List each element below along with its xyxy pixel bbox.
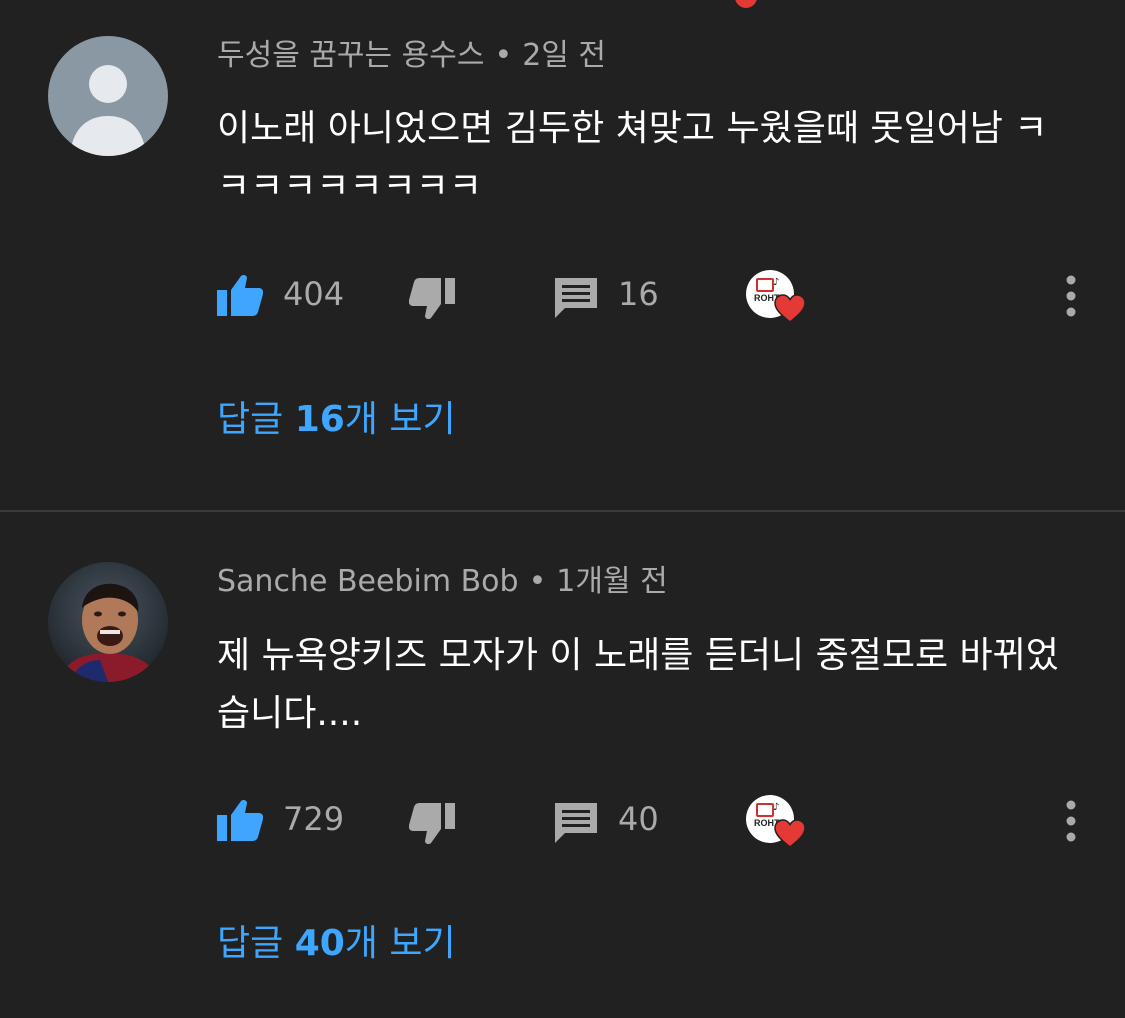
view-replies-count: 40: [294, 923, 345, 964]
creator-heart-icon: ♪ ROHTE: [746, 795, 808, 853]
heart-icon: [774, 819, 806, 849]
creator-logo-mark: [756, 803, 774, 817]
comment-time: 1개월 전: [556, 564, 668, 599]
comments-page: 두성을 꿈꾸는 용수스 • 2일 전 이노래 아니었으면 김두한 쳐맞고 누웠을때 …: [0, 0, 1125, 1018]
comment-item: 두성을 꿈꾸는 용수스 • 2일 전 이노래 아니었으면 김두한 쳐맞고 누웠을때 …: [0, 0, 1125, 510]
comment-item: Sanche Beebim Bob • 1개월 전 제 뉴욕양키즈 모자가 이 노래…: [0, 512, 1125, 1018]
comment-icon[interactable]: [555, 278, 601, 320]
like-count: 404: [283, 275, 345, 313]
view-replies-link[interactable]: 답글 40개 보기: [217, 920, 456, 968]
comment-meta: 두성을 꿈꾸는 용수스 • 2일 전: [217, 36, 606, 76]
view-replies-prefix: 답글: [217, 399, 295, 440]
more-vertical-icon[interactable]: [1056, 272, 1086, 320]
reply-count: 16: [618, 275, 659, 313]
reply-count: 40: [618, 800, 659, 838]
comment-time: 2일 전: [522, 38, 607, 73]
music-note-icon: ♪: [773, 802, 780, 813]
comment-actions: 729 40 ♪ ROHTE: [0, 789, 1125, 849]
user-photo-avatar[interactable]: [48, 562, 168, 682]
view-replies-suffix: 개 보기: [344, 923, 456, 964]
thumbs-up-icon[interactable]: [217, 799, 264, 841]
comment-meta: Sanche Beebim Bob • 1개월 전: [217, 562, 668, 602]
view-replies-prefix: 답글: [217, 923, 295, 964]
author-name[interactable]: 두성을 꿈꾸는 용수스: [217, 38, 484, 73]
creator-logo-mark: [756, 278, 774, 292]
view-replies-count: 16: [294, 399, 345, 440]
comment-actions: 404 16 ♪ ROHTE: [0, 264, 1125, 324]
thumbs-down-icon[interactable]: [408, 803, 455, 845]
comment-text: 이노래 아니었으면 김두한 쳐맞고 누웠을때 못일어남 ㅋㅋㅋㅋㅋㅋㅋㅋㅋ: [217, 108, 1048, 207]
meta-separator: •: [528, 564, 547, 599]
author-name[interactable]: Sanche Beebim Bob: [217, 564, 519, 599]
view-replies-suffix: 개 보기: [344, 399, 456, 440]
comment-text: 제 뉴욕양키즈 모자가 이 노래를 듣더니 중절모로 바뀌었습니다....: [217, 635, 1059, 734]
meta-separator: •: [494, 38, 513, 73]
more-vertical-icon[interactable]: [1056, 797, 1086, 845]
heart-icon: [774, 294, 806, 324]
creator-heart-icon: ♪ ROHTE: [746, 270, 808, 328]
thumbs-up-icon[interactable]: [217, 274, 264, 316]
thumbs-down-icon[interactable]: [408, 278, 455, 320]
comment-icon[interactable]: [555, 803, 601, 845]
view-replies-link[interactable]: 답글 16개 보기: [217, 396, 456, 444]
music-note-icon: ♪: [773, 277, 780, 288]
default-avatar-icon[interactable]: [48, 36, 168, 156]
like-count: 729: [283, 800, 345, 838]
